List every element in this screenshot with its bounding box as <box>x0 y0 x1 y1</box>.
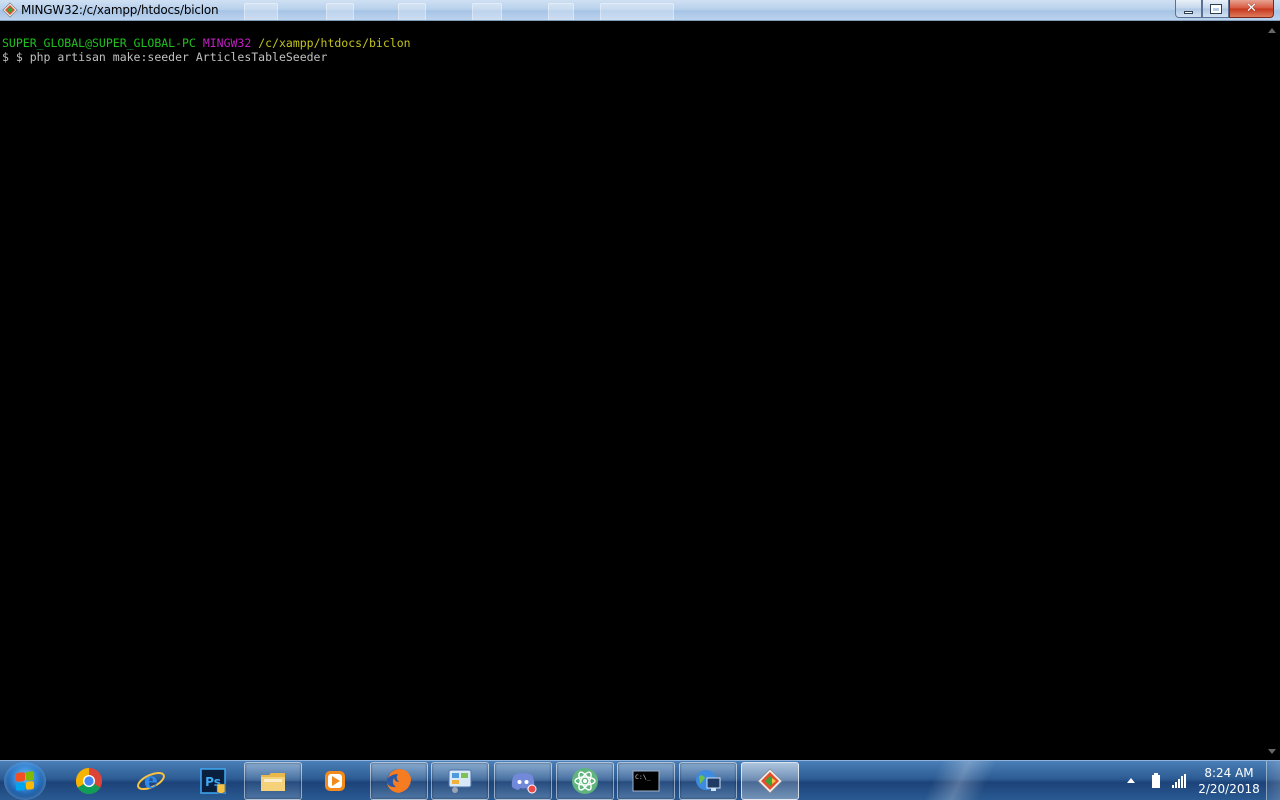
taskbar-glare <box>900 761 1020 800</box>
taskbar-discord[interactable] <box>494 762 552 800</box>
network-computer-icon <box>696 770 721 791</box>
scroll-down-icon[interactable] <box>1268 749 1276 754</box>
discord-icon <box>511 773 537 794</box>
minimize-button[interactable] <box>1175 0 1202 18</box>
internet-explorer-icon: e <box>137 768 165 794</box>
clock-time: 8:24 AM <box>1204 766 1254 780</box>
atom-editor-icon <box>572 768 598 794</box>
show-hidden-icons-arrow[interactable] <box>1127 778 1135 783</box>
prompt-path: /c/xampp/htdocs/biclon <box>258 36 411 50</box>
taskbar-chrome[interactable] <box>60 762 118 800</box>
taskbar-firefox[interactable] <box>370 762 428 800</box>
close-icon: ✕ <box>1246 1 1257 16</box>
chrome-icon <box>75 767 103 795</box>
signal-icon[interactable] <box>1172 774 1188 788</box>
show-desktop-button[interactable] <box>1266 761 1280 800</box>
taskbar-internet-explorer[interactable]: e <box>122 762 180 800</box>
window-title-bar[interactable]: MINGW32:/c/xampp/htdocs/biclon ✕ <box>0 0 1280 21</box>
taskbar-media-player[interactable] <box>306 762 364 800</box>
taskbar-clock[interactable]: 8:24 AM 2/20/2018 <box>1196 765 1262 797</box>
battery-icon[interactable] <box>1152 773 1160 788</box>
windows-start-orb <box>16 771 34 791</box>
taskbar-command-prompt[interactable]: C:\_ <box>617 762 675 800</box>
svg-text:C:\_: C:\_ <box>635 773 651 781</box>
system-tray: 8:24 AM 2/20/2018 <box>1118 761 1280 800</box>
taskbar-photoshop[interactable]: Ps <box>184 762 242 800</box>
restore-button[interactable] <box>1202 0 1229 18</box>
aero-ghost-tab <box>472 3 502 20</box>
aero-ghost-tab <box>548 3 574 20</box>
taskbar-git-bash[interactable] <box>741 762 799 800</box>
minimize-icon <box>1184 10 1193 14</box>
window-title: MINGW32:/c/xampp/htdocs/biclon <box>21 3 219 17</box>
media-player-icon <box>325 771 345 791</box>
git-bash-icon[interactable] <box>2 2 18 18</box>
prompt-line: SUPER_GLOBAL@SUPER_GLOBAL-PC MINGW32 /c/… <box>2 36 1262 50</box>
control-panel-icon <box>448 769 472 793</box>
file-explorer-icon <box>261 773 285 791</box>
command-line: $ $ php artisan make:seeder ArticlesTabl… <box>2 50 328 64</box>
taskbar-control-panel[interactable] <box>431 762 489 800</box>
terminal-scrollbar[interactable] <box>1264 22 1280 760</box>
photoshop-icon: Ps <box>200 768 226 794</box>
taskbar-network[interactable] <box>679 762 737 800</box>
clock-date: 2/20/2018 <box>1198 782 1260 796</box>
terminal-output[interactable]: SUPER_GLOBAL@SUPER_GLOBAL-PC MINGW32 /c/… <box>0 22 1264 760</box>
restore-icon <box>1209 3 1222 14</box>
taskbar-file-explorer[interactable] <box>244 762 302 800</box>
taskbar-atom[interactable] <box>556 762 614 800</box>
aero-ghost-tab <box>600 3 674 20</box>
taskbar: e Ps C:\_ 8:24 AM 2/20/2018 <box>0 760 1280 800</box>
start-button[interactable] <box>4 762 46 800</box>
aero-ghost-tab <box>244 3 278 20</box>
scroll-up-icon[interactable] <box>1268 28 1276 33</box>
command-prompt-icon: C:\_ <box>632 770 660 792</box>
prompt-user-host: SUPER_GLOBAL@SUPER_GLOBAL-PC <box>2 36 196 50</box>
svg-text:e: e <box>144 768 158 794</box>
firefox-icon <box>387 769 411 793</box>
git-bash-icon <box>757 768 783 794</box>
aero-ghost-tab <box>326 3 354 20</box>
close-button[interactable]: ✕ <box>1229 0 1274 18</box>
prompt-system: MINGW32 <box>202 36 252 50</box>
aero-ghost-tab <box>398 3 426 20</box>
window-controls: ✕ <box>1175 0 1274 18</box>
